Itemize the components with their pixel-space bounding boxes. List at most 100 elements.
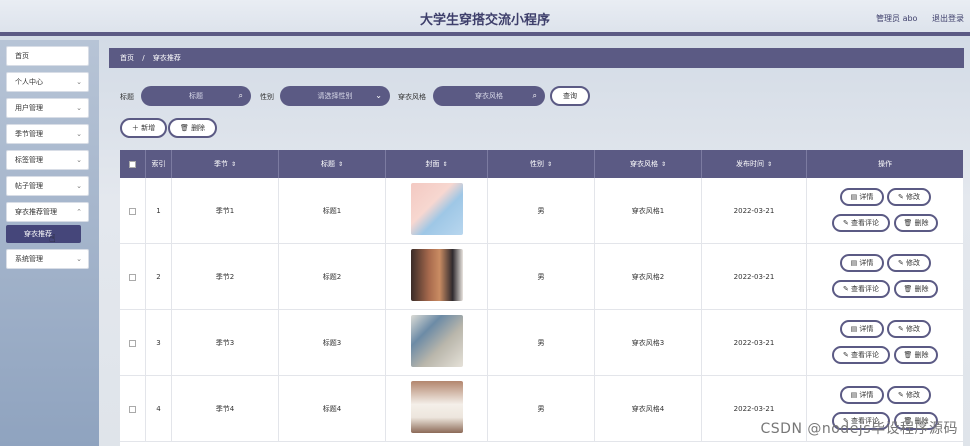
sidebar-item-posts[interactable]: 帖子管理 ⌄ [6,176,89,196]
table-row: 2 季节2 标题2 男 穿衣风格2 2022-03-21 ▤ 详情 ✎ 修改 ✎… [120,244,963,310]
row-delete-button[interactable]: 🗑 删除 [894,346,938,364]
detail-button[interactable]: ▤ 详情 [840,386,884,404]
row-checkbox[interactable] [129,339,136,347]
sidebar-item-home[interactable]: 首页 [6,46,89,66]
style-filter-label: 穿衣风格 [398,93,426,101]
row-checkbox[interactable] [129,207,136,215]
row-select[interactable] [120,310,146,376]
sidebar-item-tags[interactable]: 标签管理 ⌄ [6,150,89,170]
plus-icon: ＋ [131,124,139,132]
query-button[interactable]: 查询 [550,86,590,106]
view-comments-button[interactable]: ✎ 查看评论 [832,214,890,232]
sidebar-item-users[interactable]: 用户管理 ⌄ [6,98,89,118]
row-delete-label: 删除 [914,285,929,293]
header-cover[interactable]: 封面 ⇕ [386,150,488,178]
sort-icon[interactable]: ⇕ [547,161,552,168]
cell-style: 穿衣风格1 [595,178,702,244]
sidebar-item-label: 个人中心 [15,78,43,86]
view-comments-button[interactable]: ✎ 查看评论 [832,280,890,298]
style-placeholder: 穿衣风格 [475,92,503,100]
header-label: 索引 [151,160,166,168]
sort-icon[interactable]: ⇕ [338,161,343,168]
cell-season: 季节4 [172,376,279,442]
chevron-down-icon: ⌄ [76,78,82,86]
table-row: 1 季节1 标题1 男 穿衣风格1 2022-03-21 ▤ 详情 ✎ 修改 ✎… [120,178,963,244]
title-search-input[interactable]: 标题 ⌕ [141,86,251,106]
sidebar-item-label: 系统管理 [15,255,43,263]
header-date[interactable]: 发布时间 ⇕ [702,150,807,178]
cell-title: 标题2 [279,244,386,310]
view-comments-button[interactable]: ✎ 查看评论 [832,346,890,364]
sort-icon[interactable]: ⇕ [231,161,236,168]
sort-icon[interactable]: ⇕ [661,161,666,168]
edit-button[interactable]: ✎ 修改 [887,386,931,404]
table-row: 3 季节3 标题3 男 穿衣风格3 2022-03-21 ▤ 详情 ✎ 修改 ✎… [120,310,963,376]
cell-title: 标题3 [279,310,386,376]
cell-season: 季节1 [172,178,279,244]
sort-icon[interactable]: ⇕ [442,161,447,168]
breadcrumb-home[interactable]: 首页 [120,54,134,62]
delete-button[interactable]: 🗑 删除 [168,118,217,138]
sidebar-item-label: 首页 [15,52,29,60]
header-label: 操作 [878,160,892,168]
sidebar-item-system[interactable]: 系统管理 ⌄ [6,249,89,269]
logout-link[interactable]: 退出登录 [932,14,964,23]
cover-image[interactable] [411,249,463,301]
cell-gender: 男 [488,178,595,244]
top-bar: 大学生穿搭交流小程序 管理员 abo 退出登录 [0,0,970,36]
row-checkbox[interactable] [129,405,136,413]
cell-gender: 男 [488,310,595,376]
sidebar-item-profile[interactable]: 个人中心 ⌄ [6,72,89,92]
top-right-area: 管理员 abo 退出登录 [864,13,964,24]
chevron-down-icon: ⌄ [375,91,382,100]
detail-button[interactable]: ▤ 详情 [840,254,884,272]
detail-button[interactable]: ▤ 详情 [840,188,884,206]
sidebar-subitem-recommend[interactable]: 穿衣推荐 [6,225,81,243]
header-label: 穿衣风格 [629,160,658,168]
select-all-checkbox[interactable] [129,160,136,168]
cover-image[interactable] [411,183,463,235]
row-checkbox[interactable] [129,273,136,281]
add-button[interactable]: ＋ 新增 [120,118,167,138]
edit-label: 修改 [906,259,921,267]
sort-icon[interactable]: ⇕ [767,161,772,168]
row-select[interactable] [120,244,146,310]
trash-icon: 🗑 [903,219,915,227]
row-delete-button[interactable]: 🗑 删除 [894,214,938,232]
edit-icon: ✎ [897,391,907,399]
edit-button[interactable]: ✎ 修改 [887,188,931,206]
sidebar-item-label: 标签管理 [15,156,43,164]
breadcrumb-current: 穿衣推荐 [152,54,181,62]
style-search-input[interactable]: 穿衣风格 ⌕ [433,86,545,106]
cell-season: 季节2 [172,244,279,310]
edit-button[interactable]: ✎ 修改 [887,320,931,338]
detail-label: 详情 [859,325,874,333]
comments-label: 查看评论 [851,219,880,227]
sidebar-item-label: 帖子管理 [15,182,43,190]
detail-button[interactable]: ▤ 详情 [840,320,884,338]
row-select[interactable] [120,178,146,244]
sidebar-item-label: 穿衣推荐管理 [15,208,57,216]
chevron-down-icon: ⌄ [76,255,82,263]
edit-button[interactable]: ✎ 修改 [887,254,931,272]
chevron-down-icon: ⌄ [76,156,82,164]
cover-image[interactable] [411,381,463,433]
header-title[interactable]: 标题 ⇕ [279,150,386,178]
edit-icon: ✎ [842,219,852,227]
search-icon: ⌕ [532,91,537,100]
title-placeholder: 标题 [189,92,203,100]
cover-image[interactable] [411,315,463,367]
header-style[interactable]: 穿衣风格 ⇕ [595,150,702,178]
sidebar-item-recommend[interactable]: 穿衣推荐管理 ⌃ [6,202,89,222]
sidebar-item-seasons[interactable]: 季节管理 ⌄ [6,124,89,144]
mouse-pointer-icon: ☝ [49,232,56,245]
header-gender[interactable]: 性别 ⇕ [488,150,595,178]
header-season[interactable]: 季节 ⇕ [172,150,279,178]
gender-select[interactable]: 请选择性别 ⌄ [280,86,390,106]
app-title: 大学生穿搭交流小程序 [419,13,550,28]
header-select-all[interactable] [120,150,146,178]
row-delete-button[interactable]: 🗑 删除 [894,280,938,298]
admin-name: 管理员 abo [876,14,918,23]
cell-style: 穿衣风格3 [595,310,702,376]
row-select[interactable] [120,376,146,442]
